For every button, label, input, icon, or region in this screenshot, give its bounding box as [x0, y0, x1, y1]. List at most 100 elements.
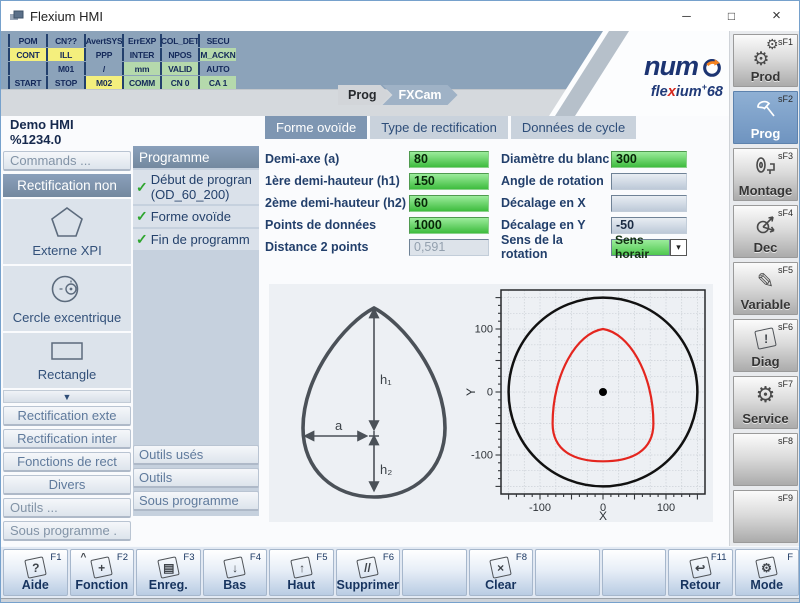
- program-id: Demo HMI %1234.0: [3, 118, 131, 147]
- status-cell: STOP: [46, 76, 84, 89]
- program-button-sous-programme[interactable]: Sous programme: [133, 491, 259, 511]
- form-panel: Forme ovoïde Type de rectification Donné…: [263, 116, 729, 546]
- program-item-label: Forme ovoïde: [151, 209, 231, 224]
- status-cell: NPOS: [160, 48, 198, 61]
- shape-item-rectangle[interactable]: Rectangle: [3, 333, 131, 388]
- commands-button[interactable]: Commands ...: [3, 151, 131, 171]
- field-label: Distance 2 points: [265, 240, 409, 254]
- status-cell: COL_DET: [160, 34, 198, 47]
- chevron-down-icon: ▼: [63, 392, 72, 402]
- status-cell: AvertSYS: [84, 34, 122, 47]
- angle-de-rotation-input[interactable]: [611, 173, 687, 190]
- fkey-label: Supprimer: [337, 578, 400, 592]
- breadcrumb-fxcam[interactable]: FXCam: [382, 85, 457, 105]
- softkey-montage[interactable]: sF3 Montage: [733, 148, 798, 201]
- form-tabs: Forme ovoïde Type de rectification Donné…: [265, 116, 639, 139]
- program-button-outils-uses[interactable]: Outils usés: [133, 445, 259, 465]
- program-item-label: Fin de programm: [151, 232, 250, 247]
- softkey-sf9[interactable]: sF9: [733, 490, 798, 543]
- nav-button-outils[interactable]: Outils ...: [3, 498, 131, 518]
- status-cell: POM: [8, 34, 46, 47]
- fkey-supprimer[interactable]: F6 // Supprimer: [336, 549, 401, 596]
- fkey-f9-empty[interactable]: [535, 549, 600, 596]
- plus-function-icon: +: [90, 556, 113, 579]
- eccentric-circle-icon: [49, 272, 85, 306]
- tab-type-de-rectification[interactable]: Type de rectification: [370, 116, 508, 139]
- nav-button-sous-programme[interactable]: Sous programme .: [3, 521, 131, 541]
- form-right-column: Diamètre du blanc300 Angle de rotation D…: [501, 148, 729, 258]
- brush-delete-icon: //: [356, 556, 379, 579]
- fkey-bas[interactable]: F4 ↓ Bas: [203, 549, 268, 596]
- fkey-f7-empty[interactable]: [402, 549, 467, 596]
- nav-button-divers[interactable]: Divers: [3, 475, 131, 495]
- softkey-variable[interactable]: sF5 ✎ Variable: [733, 262, 798, 315]
- shape-item-cercle-excentrique[interactable]: Cercle excentrique: [3, 266, 131, 331]
- fkey-mode[interactable]: F ⚙ Mode: [735, 549, 800, 596]
- program-list-header: Programme: [133, 146, 259, 168]
- decalage-en-x-input[interactable]: [611, 195, 687, 212]
- shape-label: Rectangle: [38, 367, 97, 382]
- nav-button-rectification-inter[interactable]: Rectification inter: [3, 429, 131, 449]
- scroll-down-button[interactable]: ▼: [3, 390, 131, 403]
- svg-text:X: X: [599, 509, 607, 523]
- tab-forme-ovoide[interactable]: Forme ovoïde: [265, 116, 367, 139]
- shape-item-externe-xpi[interactable]: Externe XPI: [3, 199, 131, 264]
- fkey-label: Clear: [470, 578, 533, 592]
- fkey-f10-empty[interactable]: [602, 549, 667, 596]
- fkey-retour[interactable]: F11 ↩ Retour: [668, 549, 733, 596]
- program-item-fin[interactable]: ✓ Fin de programm: [133, 229, 259, 250]
- svg-text:100: 100: [475, 324, 493, 336]
- softkey-service[interactable]: sF7 ⚙ Service: [733, 376, 798, 429]
- dropdown-arrow-icon[interactable]: ▾: [670, 239, 687, 256]
- program-item-forme-ovoide[interactable]: ✓ Forme ovoïde: [133, 206, 259, 227]
- fkey-label: Bas: [204, 578, 267, 592]
- demi-hauteur-h1-input[interactable]: 150: [409, 173, 489, 190]
- softkey-number: sF9: [778, 493, 793, 503]
- softkey-prog[interactable]: sF2 Prog: [733, 91, 798, 144]
- fkey-haut[interactable]: F5 ↑ Haut: [269, 549, 334, 596]
- status-cell: INTER: [122, 48, 160, 61]
- nav-button-fonctions-de-rect[interactable]: Fonctions de rect: [3, 452, 131, 472]
- status-cell: CN??: [46, 34, 84, 47]
- points-de-donnees-input[interactable]: 1000: [409, 217, 489, 234]
- softkey-prod[interactable]: sF1 ⚙⚙ Prod: [733, 34, 798, 87]
- demi-axe-input[interactable]: 80: [409, 151, 489, 168]
- close-button[interactable]: ×: [754, 1, 799, 30]
- program-item-debut[interactable]: ✓ Début de progran(OD_60_200): [133, 170, 259, 204]
- app-icon: [9, 10, 24, 23]
- decalage-en-y-input[interactable]: -50: [611, 217, 687, 234]
- selected-group-rectification-non[interactable]: Rectification non: [3, 174, 131, 197]
- nav-button-rectification-exte[interactable]: Rectification exte: [3, 406, 131, 426]
- maximize-button[interactable]: □: [709, 1, 754, 30]
- diametre-du-blanc-input[interactable]: 300: [611, 151, 687, 168]
- program-button-outils[interactable]: Outils: [133, 468, 259, 488]
- fkey-fonction[interactable]: F2 ^ + Fonction: [70, 549, 135, 596]
- svg-text:Y: Y: [465, 388, 478, 396]
- status-cell: mm: [122, 62, 160, 75]
- status-cell: SECU: [198, 34, 236, 47]
- svg-text:-100: -100: [471, 450, 493, 462]
- softkey-dec[interactable]: sF4 Dec: [733, 205, 798, 258]
- status-cell: AUTO: [198, 62, 236, 75]
- breadcrumb-prog[interactable]: Prog: [338, 85, 390, 105]
- a-dimension-label: a: [335, 418, 343, 433]
- tab-donnees-de-cycle[interactable]: Données de cycle: [511, 116, 636, 139]
- softkey-diag[interactable]: sF6 ! Diag: [733, 319, 798, 372]
- program-number: %1234.0: [10, 133, 131, 148]
- num-wordmark: num: [644, 53, 723, 80]
- softkey-sf8[interactable]: sF8: [733, 433, 798, 486]
- back-arrow-icon: ↩: [689, 556, 712, 579]
- minimize-button[interactable]: ─: [664, 1, 709, 30]
- form-left-column: Demi-axe (a)80 1ère demi-hauteur (h1)150…: [265, 148, 497, 258]
- fkey-clear[interactable]: F8 × Clear: [469, 549, 534, 596]
- softkey-label: Diag: [734, 354, 797, 369]
- sens-de-la-rotation-dropdown[interactable]: Sens horair ▾: [611, 239, 687, 256]
- demi-hauteur-h2-input[interactable]: 60: [409, 195, 489, 212]
- status-cell: COMM: [122, 76, 160, 89]
- status-cell: CN 0: [160, 76, 198, 89]
- fkey-aide[interactable]: F1 ? Aide: [3, 549, 68, 596]
- help-icon: ?: [24, 556, 47, 579]
- distance-2-points-field: 0,591: [409, 239, 489, 256]
- service-gear-icon: ⚙: [756, 384, 776, 406]
- fkey-enreg[interactable]: F3 ▤ Enreg.: [136, 549, 201, 596]
